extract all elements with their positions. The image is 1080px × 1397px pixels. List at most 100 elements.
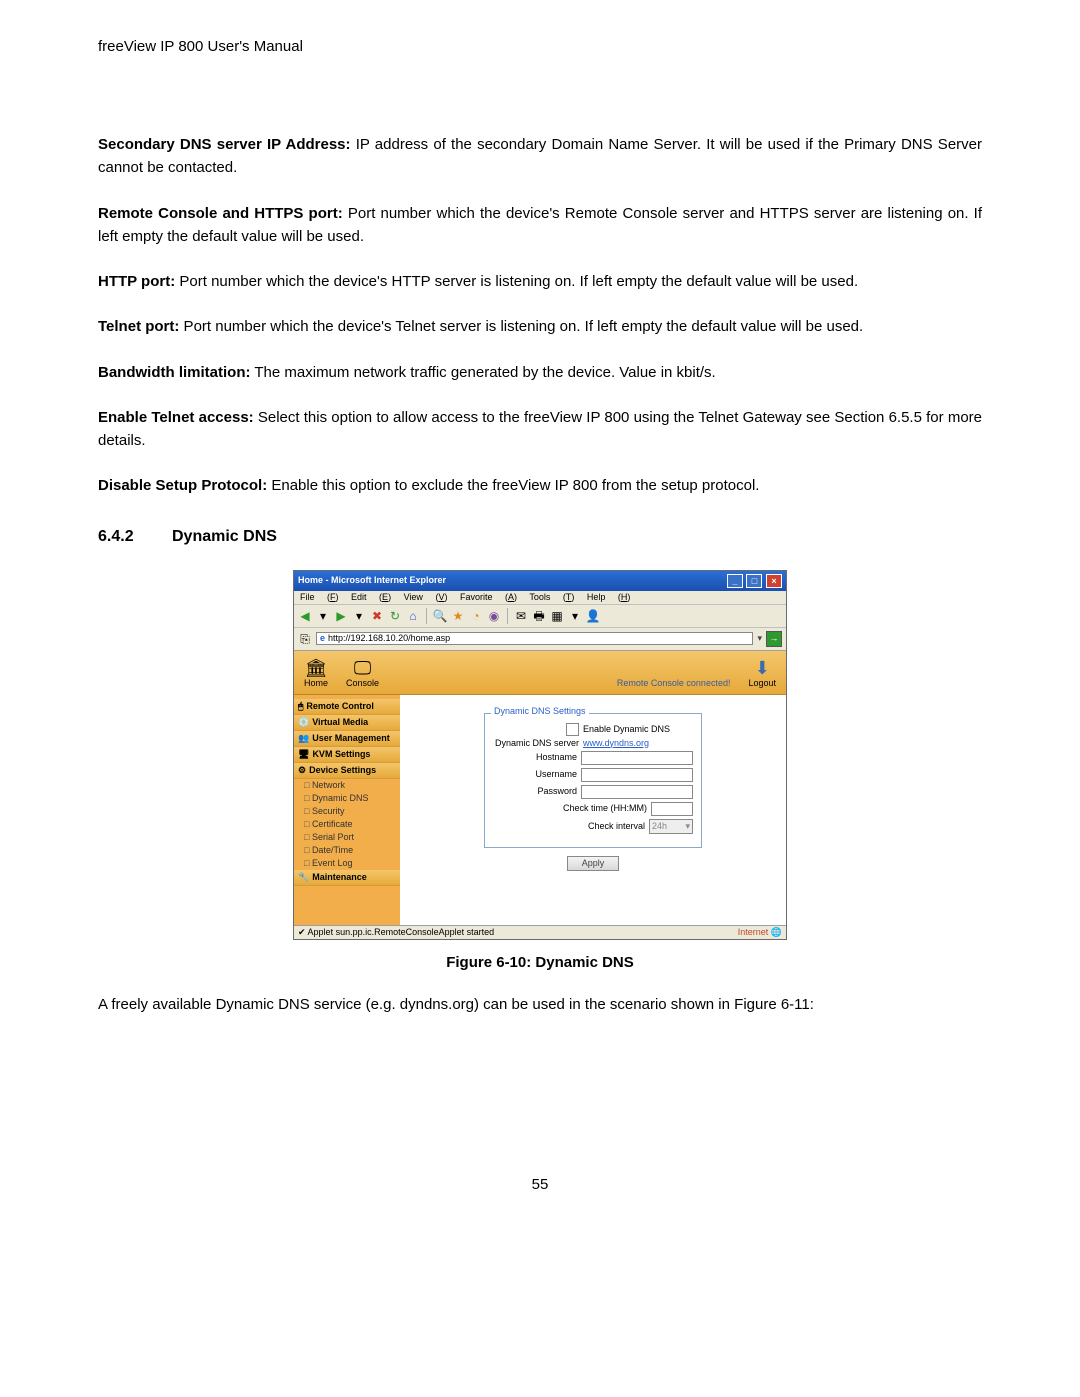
section-heading: 6.4.2Dynamic DNS [98, 528, 982, 546]
sidebar-sub-certificate[interactable]: Certificate [294, 818, 400, 831]
go-button[interactable]: → [766, 631, 782, 647]
check-interval-label: Check interval [493, 822, 645, 831]
para-remote-console-port: Remote Console and HTTPS port: Port numb… [98, 202, 982, 249]
window-title: Home - Microsoft Internet Explorer [298, 576, 446, 585]
nav-home[interactable]: 🏛 Home [304, 659, 328, 688]
label: Bandwidth limitation: [98, 364, 250, 381]
nav-logout[interactable]: ⬇ Logout [748, 659, 776, 688]
url-dropdown-icon[interactable]: ▾ [757, 634, 762, 643]
text: The maximum network traffic generated by… [250, 364, 715, 381]
window-titlebar[interactable]: Home - Microsoft Internet Explorer _ □ × [294, 571, 786, 591]
search-icon[interactable]: 🔍 [433, 609, 447, 623]
virtual-media-icon: 💿 [298, 718, 309, 727]
text: Port number which the device's HTTP serv… [175, 273, 858, 290]
sidebar-sub-security[interactable]: Security [294, 805, 400, 818]
section-title: Dynamic DNS [172, 528, 277, 545]
url-text: http://192.168.10.20/home.asp [328, 634, 450, 643]
menu-tools[interactable]: Tools (T) [529, 592, 574, 602]
nav-console[interactable]: 🖵 Console [346, 659, 379, 688]
para-secondary-dns: Secondary DNS server IP Address: IP addr… [98, 133, 982, 180]
check-time-input[interactable] [651, 802, 693, 816]
url-field[interactable]: e http://192.168.10.20/home.asp [316, 632, 753, 645]
toolbar: ◀ ▾ ▶ ▾ ✖ ↻ ⌂ 🔍 ★ ◔ ◉ ✉ 🖶 ▦ ▾ 👤 [294, 605, 786, 628]
sidebar-sub-serial-port[interactable]: Serial Port [294, 831, 400, 844]
username-label: Username [493, 770, 577, 779]
embedded-screenshot: Home - Microsoft Internet Explorer _ □ ×… [293, 570, 787, 940]
menu-favorites[interactable]: Favorite (A) [460, 592, 517, 602]
dns-server-link[interactable]: www.dyndns.org [583, 739, 693, 748]
label: Telnet port: [98, 318, 179, 335]
links-icon[interactable]: ⎘ [298, 632, 312, 646]
status-text: ✔ Applet sun.pp.ic.RemoteConsoleApplet s… [298, 928, 494, 937]
favorites-icon[interactable]: ★ [451, 609, 465, 623]
maximize-button[interactable]: □ [746, 574, 762, 588]
print-icon[interactable]: 🖶 [532, 609, 546, 623]
sidebar-sub-network[interactable]: Network [294, 779, 400, 792]
para-disable-setup: Disable Setup Protocol: Enable this opti… [98, 474, 982, 497]
para-telnet-port: Telnet port: Port number which the devic… [98, 315, 982, 338]
sidebar-item-remote-control[interactable]: 🖱Remote Control [294, 699, 400, 715]
label: Remote Console and HTTPS port: [98, 205, 343, 222]
maintenance-icon: 🔧 [298, 873, 309, 882]
menu-help[interactable]: Help (H) [587, 592, 631, 602]
label: Logout [748, 678, 776, 688]
sidebar: 🖱Remote Control 💿Virtual Media 👥User Man… [294, 695, 400, 925]
minimize-button[interactable]: _ [727, 574, 743, 588]
menu-file[interactable]: File (F) [300, 592, 339, 602]
users-icon: 👥 [298, 734, 309, 743]
remote-control-icon: 🖱 [298, 702, 303, 711]
settings-icon: ⚙ [298, 766, 306, 775]
dns-server-label: Dynamic DNS server [493, 739, 579, 748]
console-icon: 🖵 [346, 659, 379, 677]
sidebar-sub-dynamic-dns[interactable]: Dynamic DNS [294, 792, 400, 805]
username-input[interactable] [581, 768, 693, 782]
para-http-port: HTTP port: Port number which the device'… [98, 270, 982, 293]
fieldset-legend: Dynamic DNS Settings [491, 707, 589, 716]
messenger-icon[interactable]: 👤 [586, 609, 600, 623]
dropdown-icon[interactable]: ▾ [352, 609, 366, 623]
address-bar: ⎘ e http://192.168.10.20/home.asp ▾ → [294, 628, 786, 651]
stop-icon[interactable]: ✖ [370, 609, 384, 623]
label: Disable Setup Protocol: [98, 477, 267, 494]
close-button[interactable]: × [766, 574, 782, 588]
label: Console [346, 678, 379, 688]
refresh-icon[interactable]: ↻ [388, 609, 402, 623]
home-icon[interactable]: ⌂ [406, 609, 420, 623]
app-banner: 🏛 Home 🖵 Console Remote Console connecte… [294, 651, 786, 695]
forward-icon[interactable]: ▶ [334, 609, 348, 623]
check-interval-select[interactable]: 24h▾ [649, 819, 693, 834]
password-label: Password [493, 787, 577, 796]
logout-icon: ⬇ [748, 659, 776, 677]
password-input[interactable] [581, 785, 693, 799]
sidebar-item-user-management[interactable]: 👥User Management [294, 731, 400, 747]
sidebar-item-kvm-settings[interactable]: 🖥KVM Settings [294, 747, 400, 763]
sidebar-item-virtual-media[interactable]: 💿Virtual Media [294, 715, 400, 731]
mail-icon[interactable]: ✉ [514, 609, 528, 623]
page-header: freeView IP 800 User's Manual [98, 38, 982, 55]
media-icon[interactable]: ◉ [487, 609, 501, 623]
hostname-input[interactable] [581, 751, 693, 765]
main-panel: Dynamic DNS Settings Enable Dynamic DNS … [400, 695, 786, 925]
apply-button[interactable]: Apply [567, 856, 620, 871]
sidebar-sub-date-time[interactable]: Date/Time [294, 844, 400, 857]
status-bar: ✔ Applet sun.pp.ic.RemoteConsoleApplet s… [294, 925, 786, 939]
window-buttons: _ □ × [726, 574, 782, 588]
label: Secondary DNS server IP Address: [98, 136, 351, 153]
edit-icon[interactable]: ▦ [550, 609, 564, 623]
history-icon[interactable]: ◔ [469, 609, 483, 623]
para-bandwidth: Bandwidth limitation: The maximum networ… [98, 361, 982, 384]
sidebar-item-maintenance[interactable]: 🔧Maintenance [294, 870, 400, 886]
para-enable-telnet: Enable Telnet access: Select this option… [98, 406, 982, 453]
sidebar-item-device-settings[interactable]: ⚙Device Settings [294, 763, 400, 779]
sidebar-sub-event-log[interactable]: Event Log [294, 857, 400, 870]
label: Home [304, 678, 328, 688]
check-time-label: Check time (HH:MM) [493, 804, 647, 813]
figure-caption: Figure 6-10: Dynamic DNS [98, 954, 982, 971]
back-icon[interactable]: ◀ [298, 609, 312, 623]
dropdown-icon[interactable]: ▾ [316, 609, 330, 623]
dropdown-icon[interactable]: ▾ [568, 609, 582, 623]
menu-edit[interactable]: Edit (E) [351, 592, 391, 602]
kvm-icon: 🖥 [298, 750, 309, 759]
enable-dns-checkbox[interactable] [566, 723, 579, 736]
menu-view[interactable]: View (V) [404, 592, 448, 602]
